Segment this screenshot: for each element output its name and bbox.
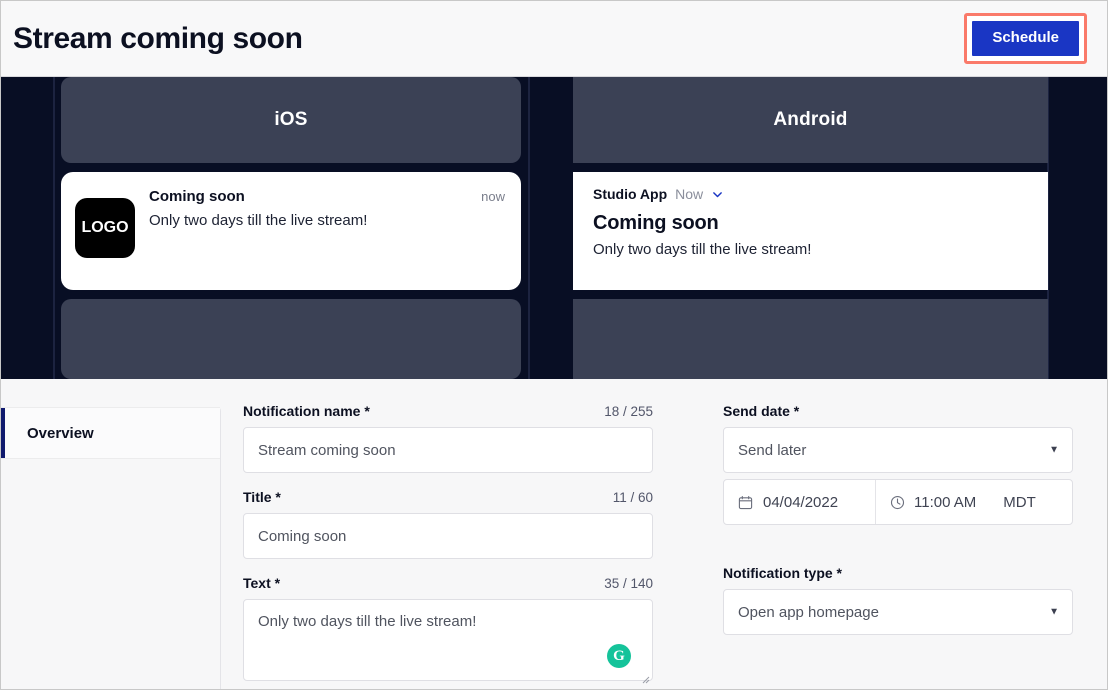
send-date-field[interactable]: 04/04/2022 [724,480,876,524]
field-notification-type: Notification type * ▼ [723,565,1073,635]
editor-panel: Overview Notification name * 18 / 255 Ti… [1,379,1107,689]
field-header: Notification name * 18 / 255 [243,403,653,419]
field-title: Title * 11 / 60 [243,489,653,559]
ios-preview-column: iOS LOGO Coming soon now Only two days t… [61,77,521,379]
send-mode-select-wrapper: ▼ [723,427,1073,473]
ios-notification-time: now [481,189,505,204]
notification-preview-stage: iOS LOGO Coming soon now Only two days t… [1,77,1107,379]
clock-icon [890,495,905,510]
send-datetime-row: 04/04/2022 11:00 AM MDT [723,479,1073,525]
field-header: Send date * [723,403,1073,419]
ios-notification-header-row: Coming soon now [149,188,505,205]
title-label: Title * [243,489,281,505]
notification-name-label: Notification name * [243,403,370,419]
send-time-field[interactable]: 11:00 AM MDT [876,480,1072,524]
send-date-label: Send date * [723,403,800,419]
text-input[interactable] [243,599,653,681]
sidebar-item-overview[interactable]: Overview [1,407,220,459]
send-date-value: 04/04/2022 [763,493,839,511]
notification-name-counter: 18 / 255 [604,404,653,419]
send-mode-select[interactable] [723,427,1073,473]
field-header: Notification type * [723,565,1073,581]
field-send-date: Send date * ▼ [723,403,1073,525]
form-column-right: Send date * ▼ [723,403,1073,689]
text-label: Text * [243,575,281,591]
send-timezone-value: MDT [1003,493,1036,511]
android-notification-header-row: Studio App Now [593,186,1028,202]
android-notification-card: Studio App Now Coming soon Only two days… [573,172,1048,290]
notification-name-input[interactable] [243,427,653,473]
text-counter: 35 / 140 [604,576,653,591]
stage-divider-middle [528,77,530,379]
field-header: Text * 35 / 140 [243,575,653,591]
ios-notification-title: Coming soon [149,188,245,205]
resize-handle-icon[interactable] [641,675,650,684]
android-header: Android [573,77,1048,163]
schedule-button-highlight: Schedule [964,13,1087,64]
title-counter: 11 / 60 [612,490,653,505]
title-input[interactable] [243,513,653,559]
ios-notification-card: LOGO Coming soon now Only two days till … [61,172,521,290]
page-header: Stream coming soon Schedule [1,1,1107,77]
stage-divider-left [53,77,55,379]
page-title: Stream coming soon [13,21,303,55]
calendar-icon [738,495,753,510]
sidebar-item-label: Overview [27,424,94,442]
app-logo-icon: LOGO [75,198,135,258]
text-input-wrapper: G [243,599,653,686]
android-preview-column: Android Studio App Now Coming soon Only … [573,77,1048,379]
app-window: Stream coming soon Schedule iOS LOGO Com… [0,0,1108,690]
notification-type-select[interactable] [723,589,1073,635]
chevron-down-icon[interactable] [711,188,724,201]
ios-header: iOS [61,77,521,163]
notification-form: Notification name * 18 / 255 Title * 11 … [221,379,1107,689]
form-column-left: Notification name * 18 / 255 Title * 11 … [243,403,653,689]
field-header: Title * 11 / 60 [243,489,653,505]
ios-os-label: iOS [274,109,308,130]
android-notification-text: Only two days till the live stream! [593,241,812,258]
android-notification-title: Coming soon [593,212,719,234]
field-text: Text * 35 / 140 G [243,575,653,686]
send-time-value: 11:00 AM [914,493,977,511]
android-notification-time: Now [675,186,704,202]
editor-sidebar: Overview [1,407,221,689]
schedule-button[interactable]: Schedule [972,21,1079,56]
ios-lower-placeholder [61,299,521,379]
ios-notification-body: Coming soon now Only two days till the l… [149,186,505,276]
notification-type-label: Notification type * [723,565,843,581]
field-notification-name: Notification name * 18 / 255 [243,403,653,473]
android-app-name: Studio App [593,186,668,202]
grammarly-icon[interactable]: G [607,644,631,668]
ios-notification-text: Only two days till the live stream! [149,212,368,229]
android-lower-placeholder [573,299,1048,379]
notification-type-select-wrapper: ▼ [723,589,1073,635]
android-os-label: Android [773,109,848,130]
